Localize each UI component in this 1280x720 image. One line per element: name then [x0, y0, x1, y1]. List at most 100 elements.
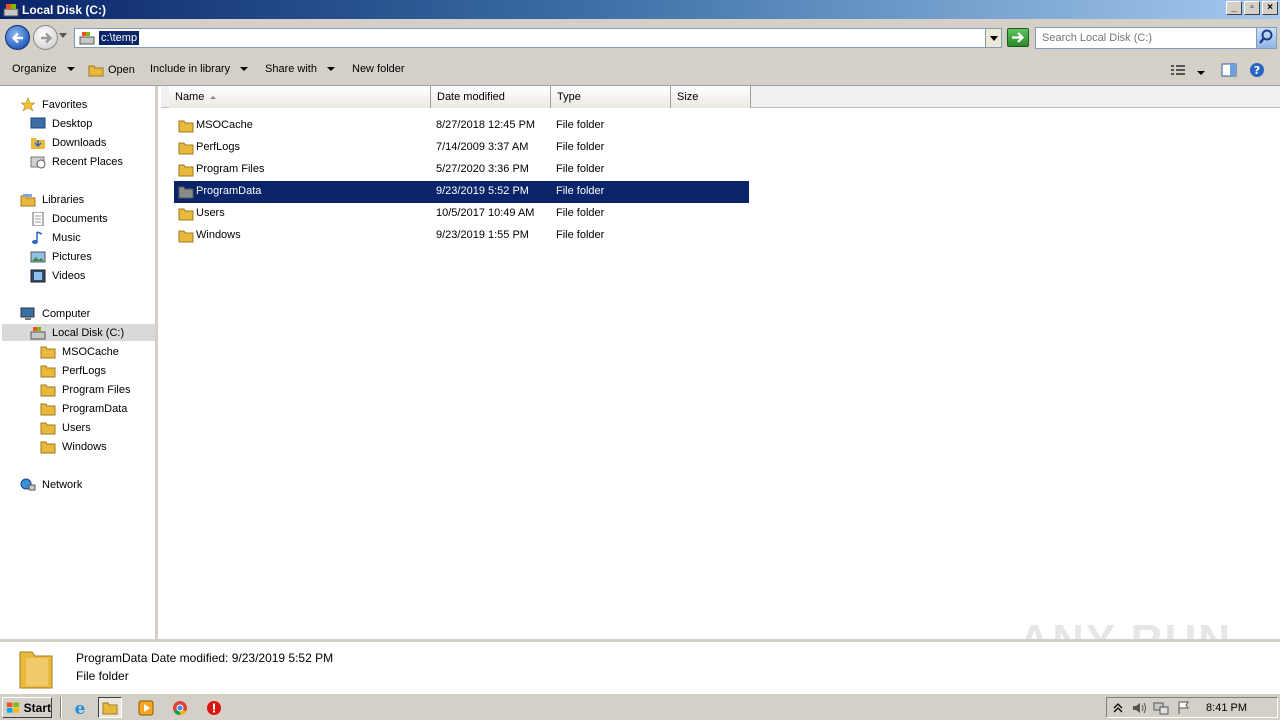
table-row[interactable]: Windows 9/23/2019 1:55 PM File folder [174, 225, 749, 247]
nav-folder-program-files[interactable]: Program Files [40, 381, 130, 398]
nav-pictures[interactable]: Pictures [30, 248, 92, 265]
network-icon [20, 478, 36, 490]
nav-folder-msocache[interactable]: MSOCache [40, 343, 119, 360]
include-in-library-button[interactable]: Include in library [150, 63, 249, 75]
new-folder-button[interactable]: New folder [352, 63, 405, 75]
restore-button[interactable]: ▫ [1244, 1, 1260, 15]
minimize-button[interactable]: _ [1226, 1, 1242, 15]
desktop-icon [30, 117, 46, 128]
organize-button[interactable]: Organize [12, 63, 75, 75]
go-button[interactable] [1007, 28, 1029, 47]
nav-music[interactable]: Music [30, 229, 81, 246]
details-type: File folder [76, 669, 129, 683]
file-type: File folder [556, 141, 605, 153]
folder-icon [178, 120, 194, 133]
nav-folder-label: PerfLogs [62, 364, 107, 377]
start-button[interactable]: Start [2, 697, 52, 718]
table-row-selected[interactable]: ProgramData 9/23/2019 5:52 PM File folde… [174, 181, 749, 203]
search-input[interactable] [1036, 28, 1251, 48]
volume-icon[interactable] [1131, 701, 1147, 715]
nav-local-disk-label: Local Disk (C:) [52, 326, 125, 339]
media-player-icon [138, 700, 154, 715]
nav-folder-perflogs[interactable]: PerfLogs [40, 362, 106, 379]
network-tray-icon[interactable] [1153, 701, 1169, 715]
file-date: 9/23/2019 5:52 PM [436, 185, 529, 197]
folder-icon [178, 208, 194, 221]
chevron-down-icon [326, 67, 335, 71]
new-folder-label: New folder [352, 63, 405, 75]
nav-folder-label: Users [62, 421, 91, 434]
view-options-button[interactable] [1170, 62, 1186, 81]
show-hidden-icons-icon[interactable] [1113, 702, 1123, 714]
address-dropdown[interactable] [985, 29, 1001, 47]
nav-desktop-label: Desktop [52, 117, 93, 130]
table-row[interactable]: PerfLogs 7/14/2009 3:37 AM File folder [174, 137, 749, 159]
nav-documents[interactable]: Documents [30, 210, 108, 227]
nav-music-label: Music [52, 231, 81, 244]
nav-folder-label: ProgramData [62, 402, 128, 415]
preview-pane-button[interactable] [1221, 62, 1237, 81]
folder-icon [178, 164, 194, 177]
downloads-icon [31, 137, 45, 149]
nav-favorites[interactable]: Favorites [20, 96, 87, 113]
taskbar-stop-app[interactable] [202, 697, 226, 718]
nav-recent-places-label: Recent Places [52, 155, 123, 168]
recent-places-icon [30, 156, 46, 168]
svg-text:e: e [75, 699, 86, 717]
taskbar-chrome[interactable] [168, 697, 192, 718]
address-value[interactable]: c:\temp [99, 31, 140, 45]
folder-icon [40, 441, 56, 453]
include-in-library-label: Include in library [150, 63, 231, 75]
recent-pages-dropdown[interactable] [59, 33, 67, 38]
share-with-button[interactable]: Share with [265, 63, 335, 75]
taskbar-internet-explorer[interactable]: e [68, 697, 92, 718]
file-type: File folder [556, 163, 605, 175]
nav-desktop[interactable]: Desktop [30, 115, 92, 132]
column-date-modified[interactable]: Date modified [431, 86, 551, 108]
drive-icon [3, 3, 19, 16]
column-name-label: Name [175, 91, 205, 103]
back-button[interactable] [5, 25, 30, 50]
nav-videos[interactable]: Videos [30, 267, 85, 284]
view-options-dropdown[interactable] [1197, 66, 1205, 78]
open-button[interactable]: Open [88, 63, 135, 77]
nav-recent-places[interactable]: Recent Places [30, 153, 123, 170]
action-center-flag-icon[interactable] [1177, 701, 1191, 715]
address-row: c:\temp [0, 19, 1280, 56]
column-name[interactable]: Name [169, 86, 431, 108]
nav-computer-label: Computer [42, 307, 91, 320]
forward-button[interactable] [33, 25, 58, 50]
pictures-icon [30, 251, 46, 262]
file-type: File folder [556, 229, 605, 241]
nav-folder-programdata[interactable]: ProgramData [40, 400, 127, 417]
nav-downloads[interactable]: Downloads [30, 134, 106, 151]
address-field[interactable]: c:\temp [74, 28, 1002, 48]
share-with-label: Share with [265, 63, 317, 75]
search-button[interactable] [1256, 28, 1276, 48]
close-button[interactable]: × [1262, 1, 1278, 15]
nav-local-disk[interactable]: Local Disk (C:) [2, 324, 155, 341]
nav-libraries-label: Libraries [42, 193, 85, 206]
system-tray: 8:41 PM [1106, 697, 1278, 718]
nav-libraries[interactable]: Libraries [20, 191, 84, 208]
folder-icon [102, 702, 118, 714]
nav-folder-users[interactable]: Users [40, 419, 91, 436]
nav-network[interactable]: Network [20, 476, 82, 493]
back-arrow-icon [11, 32, 23, 44]
clock[interactable]: 8:41 PM [1206, 702, 1247, 714]
table-row[interactable]: MSOCache 8/27/2018 12:45 PM File folder [174, 115, 749, 137]
help-button[interactable]: ? [1249, 62, 1265, 81]
table-row[interactable]: Program Files 5/27/2020 3:36 PM File fol… [174, 159, 749, 181]
taskbar-explorer[interactable] [98, 697, 122, 718]
nav-folder-windows[interactable]: Windows [40, 438, 107, 455]
videos-icon [30, 269, 46, 282]
table-row[interactable]: Users 10/5/2017 10:49 AM File folder [174, 203, 749, 225]
nav-computer[interactable]: Computer [20, 305, 90, 322]
column-header-row: Name Date modified Type Size [161, 86, 1280, 108]
chevron-down-icon [66, 67, 75, 71]
column-type[interactable]: Type [551, 86, 671, 108]
file-type: File folder [556, 185, 605, 197]
taskbar-media-player[interactable] [134, 697, 158, 718]
search-box[interactable] [1035, 27, 1277, 49]
column-size[interactable]: Size [671, 86, 751, 108]
